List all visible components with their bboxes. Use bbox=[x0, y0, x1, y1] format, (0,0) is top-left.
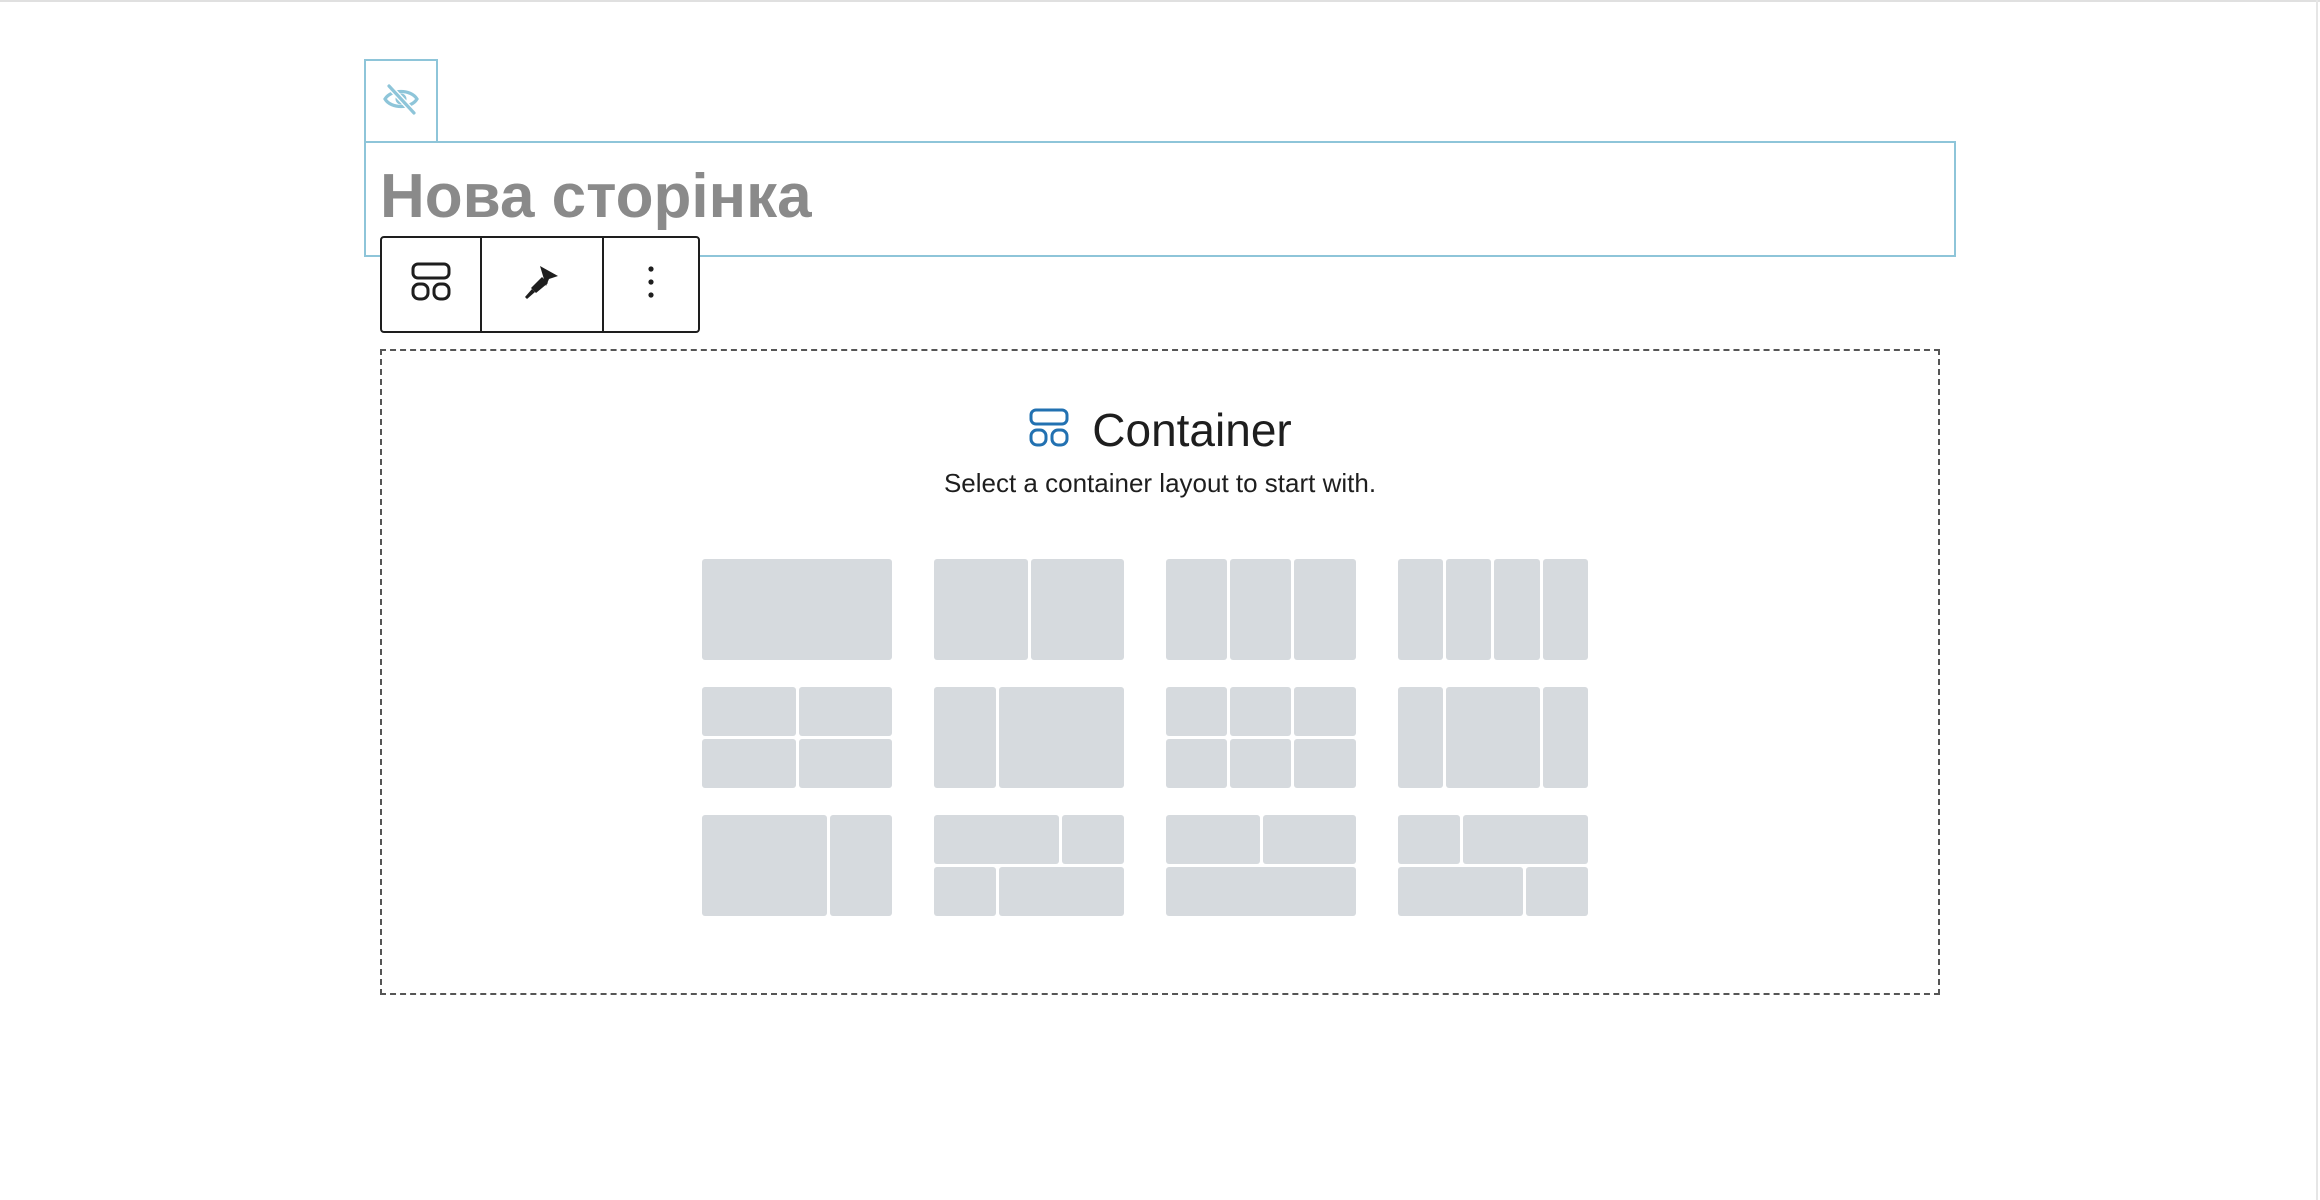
layout-cell bbox=[1398, 687, 1443, 788]
layout-cell bbox=[1166, 867, 1356, 916]
layout-cell bbox=[1543, 559, 1588, 660]
layout-cell bbox=[1398, 867, 1523, 916]
placeholder-title: Container bbox=[1092, 404, 1292, 456]
more-vertical-icon bbox=[645, 264, 657, 305]
layout-cell bbox=[1294, 559, 1356, 660]
layout-cell bbox=[1166, 559, 1227, 660]
paintbrush-icon bbox=[522, 262, 562, 307]
layout-cell bbox=[1263, 815, 1356, 864]
layout-cell bbox=[830, 815, 892, 916]
layout-option-50-50[interactable] bbox=[934, 559, 1124, 660]
layout-cell bbox=[934, 559, 1028, 660]
layout-cell bbox=[999, 687, 1124, 788]
layout-cell bbox=[1526, 867, 1588, 916]
more-options-button[interactable] bbox=[602, 238, 698, 331]
layout-cell bbox=[999, 867, 1124, 916]
layout-cell bbox=[1166, 739, 1227, 788]
style-button[interactable] bbox=[480, 238, 602, 331]
container-placeholder: Container Select a container layout to s… bbox=[380, 349, 1940, 995]
layout-cell bbox=[1062, 815, 1124, 864]
layout-cell bbox=[1031, 559, 1124, 660]
top-border bbox=[0, 0, 2320, 2]
layout-cell bbox=[1446, 559, 1491, 660]
layout-cell bbox=[799, 687, 892, 736]
layout-cell bbox=[702, 687, 796, 736]
eye-off-icon bbox=[381, 82, 421, 121]
layout-grid bbox=[702, 559, 1588, 916]
layout-cell bbox=[1230, 687, 1291, 736]
layout-option-66-33[interactable] bbox=[702, 815, 892, 916]
layout-cell bbox=[934, 867, 996, 916]
container-layout-icon bbox=[410, 262, 452, 307]
layout-cell bbox=[1166, 815, 1260, 864]
layout-cell bbox=[934, 815, 1059, 864]
layout-option-3x2[interactable] bbox=[1166, 687, 1356, 788]
layout-cell bbox=[1166, 687, 1227, 736]
layout-cell bbox=[702, 739, 796, 788]
layout-cell bbox=[1398, 815, 1460, 864]
layout-cell bbox=[702, 559, 892, 660]
layout-cell bbox=[1294, 687, 1356, 736]
layout-cell bbox=[1446, 687, 1540, 788]
layout-cell bbox=[1494, 559, 1540, 660]
block-toolbar bbox=[380, 236, 700, 333]
layout-option-33-33-33[interactable] bbox=[1166, 559, 1356, 660]
layout-option-50-50-100[interactable] bbox=[1166, 815, 1356, 916]
layout-cell bbox=[1230, 739, 1291, 788]
layout-option-100[interactable] bbox=[702, 559, 892, 660]
placeholder-header: Container bbox=[382, 403, 1938, 457]
layout-cell bbox=[1230, 559, 1291, 660]
layout-cell bbox=[702, 815, 827, 916]
layout-option-25-25-25-25[interactable] bbox=[1398, 559, 1588, 660]
layout-cell bbox=[1398, 559, 1443, 660]
layout-option-25-50-25[interactable] bbox=[1398, 687, 1588, 788]
title-visibility-toggle[interactable] bbox=[364, 59, 438, 141]
layout-cell bbox=[799, 739, 892, 788]
block-type-button[interactable] bbox=[382, 238, 480, 331]
container-layout-icon bbox=[1028, 408, 1070, 453]
layout-option-33-66-66-33[interactable] bbox=[1398, 815, 1588, 916]
layout-option-2x2[interactable] bbox=[702, 687, 892, 788]
layout-cell bbox=[1543, 687, 1588, 788]
layout-option-33-66[interactable] bbox=[934, 687, 1124, 788]
layout-cell bbox=[1294, 739, 1356, 788]
layout-cell bbox=[1463, 815, 1588, 864]
placeholder-instructions: Select a container layout to start with. bbox=[943, 468, 1377, 498]
layout-cell bbox=[934, 687, 996, 788]
page-title[interactable]: Нова сторінка bbox=[380, 161, 812, 233]
layout-option-66-33-33-66[interactable] bbox=[934, 815, 1124, 916]
scrollbar-track bbox=[2316, 0, 2318, 1200]
